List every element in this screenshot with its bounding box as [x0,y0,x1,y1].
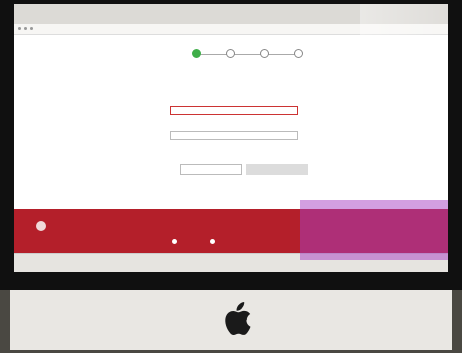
browser-tab[interactable] [218,9,266,21]
step-4-circle [294,49,303,58]
screen-glare-purple [300,200,448,260]
step-3-circle [260,49,269,58]
next-button[interactable] [246,164,308,175]
browser-tab[interactable] [168,9,216,21]
browser-tab[interactable] [18,9,66,21]
monitor-chin [10,290,452,350]
phone-icon [172,239,177,244]
step-1-complete-check-icon [192,49,201,58]
step-2-circle [226,49,235,58]
apple-logo-icon [225,302,251,336]
forward-arrow-icon[interactable] [24,27,27,30]
screen-glare [360,4,448,124]
back-button[interactable] [180,164,242,175]
reload-icon[interactable] [30,27,33,30]
otp-field[interactable] [170,131,298,140]
mail-icon [210,239,215,244]
wizard-stepper [174,49,309,69]
back-arrow-icon[interactable] [18,27,21,30]
browser-tab[interactable] [268,9,316,21]
email-field[interactable] [170,106,298,115]
stepper-line [196,54,296,55]
browser-tab[interactable] [68,9,116,21]
browser-tab[interactable] [118,9,166,21]
browser-tab[interactable] [318,9,366,21]
photo-scene [0,0,462,353]
org-logo-icon [36,221,46,231]
